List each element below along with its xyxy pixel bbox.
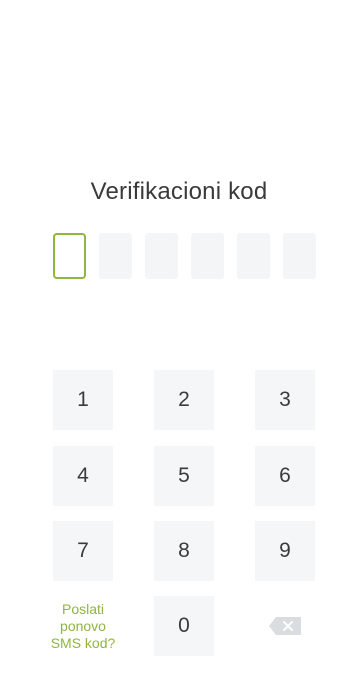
key-8[interactable]: 8 (154, 521, 214, 581)
code-digit-box-6[interactable] (283, 233, 316, 279)
key-7[interactable]: 7 (53, 521, 113, 581)
resend-label-line-2: ponovo (60, 617, 106, 634)
key-2[interactable]: 2 (154, 370, 214, 430)
backspace-icon (269, 617, 301, 635)
key-1[interactable]: 1 (53, 370, 113, 430)
key-3[interactable]: 3 (255, 370, 315, 430)
code-input-row (53, 233, 316, 281)
backspace-button[interactable] (255, 596, 315, 656)
code-digit-box-2[interactable] (99, 233, 132, 279)
page-title: Verifikacioni kod (90, 178, 268, 205)
code-digit-box-4[interactable] (191, 233, 224, 279)
resend-sms-code-link[interactable]: Poslati ponovo SMS kod? (47, 596, 119, 656)
code-digit-box-1[interactable] (53, 233, 86, 279)
resend-label-line-1: Poslati (61, 600, 105, 617)
code-digit-box-3[interactable] (145, 233, 178, 279)
code-digit-box-5[interactable] (237, 233, 270, 279)
key-4[interactable]: 4 (53, 446, 113, 506)
key-9[interactable]: 9 (255, 521, 315, 581)
key-6[interactable]: 6 (255, 446, 315, 506)
key-5[interactable]: 5 (154, 446, 214, 506)
key-0[interactable]: 0 (154, 596, 214, 656)
verification-screen: Verifikacioni kod 1 2 3 4 5 6 7 8 9 Posl… (0, 0, 358, 675)
resend-label-line-3: SMS kod? (50, 634, 116, 651)
